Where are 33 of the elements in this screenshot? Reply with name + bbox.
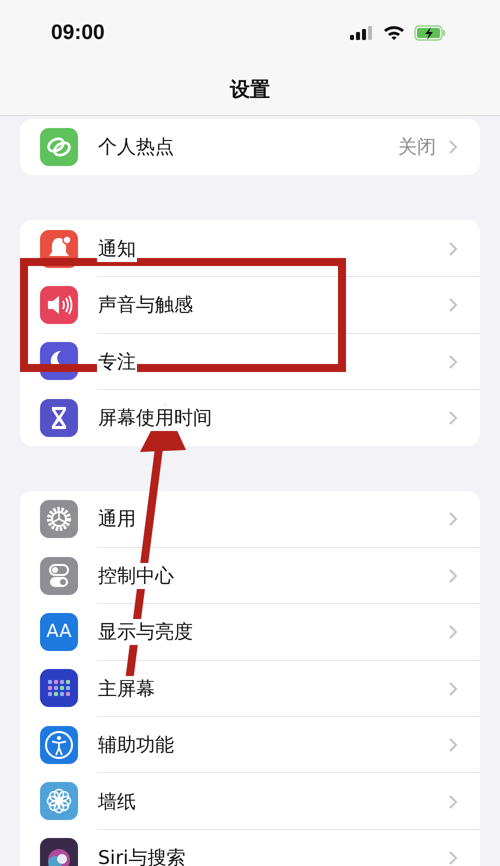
- chevron-icon: [448, 680, 458, 697]
- chevron-icon: [448, 511, 458, 528]
- settings-row[interactable]: 通知: [20, 220, 480, 277]
- chevron-icon: [448, 850, 458, 866]
- battery-charging-icon: [414, 25, 446, 41]
- settings-row[interactable]: 专注: [20, 333, 480, 390]
- settings-row[interactable]: 通用: [20, 490, 480, 548]
- row-value: 关闭: [398, 135, 436, 160]
- settings-row[interactable]: 主屏幕: [20, 660, 480, 717]
- chevron-icon: [448, 624, 458, 640]
- chevron-icon: [448, 568, 458, 584]
- chevron-icon: [448, 139, 458, 156]
- chevron-icon: [448, 297, 458, 314]
- settings-row[interactable]: AA 显示与亮度: [20, 604, 480, 660]
- wifi-icon: [383, 25, 405, 41]
- chevron-icon: [448, 240, 458, 257]
- row-label: 专注: [97, 348, 137, 375]
- chevron-icon: [448, 737, 458, 754]
- settings-row[interactable]: 声音与触感: [20, 276, 480, 334]
- signal-icon: [350, 26, 374, 40]
- status-time: 09:00: [51, 21, 106, 45]
- display-text-icon: AA: [40, 612, 78, 651]
- settings-row[interactable]: 个人热点 关闭: [20, 119, 480, 176]
- row-label: 控制中心: [97, 563, 175, 590]
- settings-row[interactable]: 墙纸: [20, 772, 480, 830]
- row-label: 显示与亮度: [97, 619, 194, 646]
- settings-row[interactable]: 控制中心: [20, 547, 480, 604]
- chevron-icon: [448, 794, 458, 810]
- settings-row[interactable]: 辅助功能: [20, 716, 480, 773]
- chevron-icon: [448, 410, 458, 426]
- chevron-icon: [448, 354, 458, 370]
- nav-title: 设置: [228, 76, 271, 103]
- row-label: 屏幕使用时间: [97, 405, 213, 432]
